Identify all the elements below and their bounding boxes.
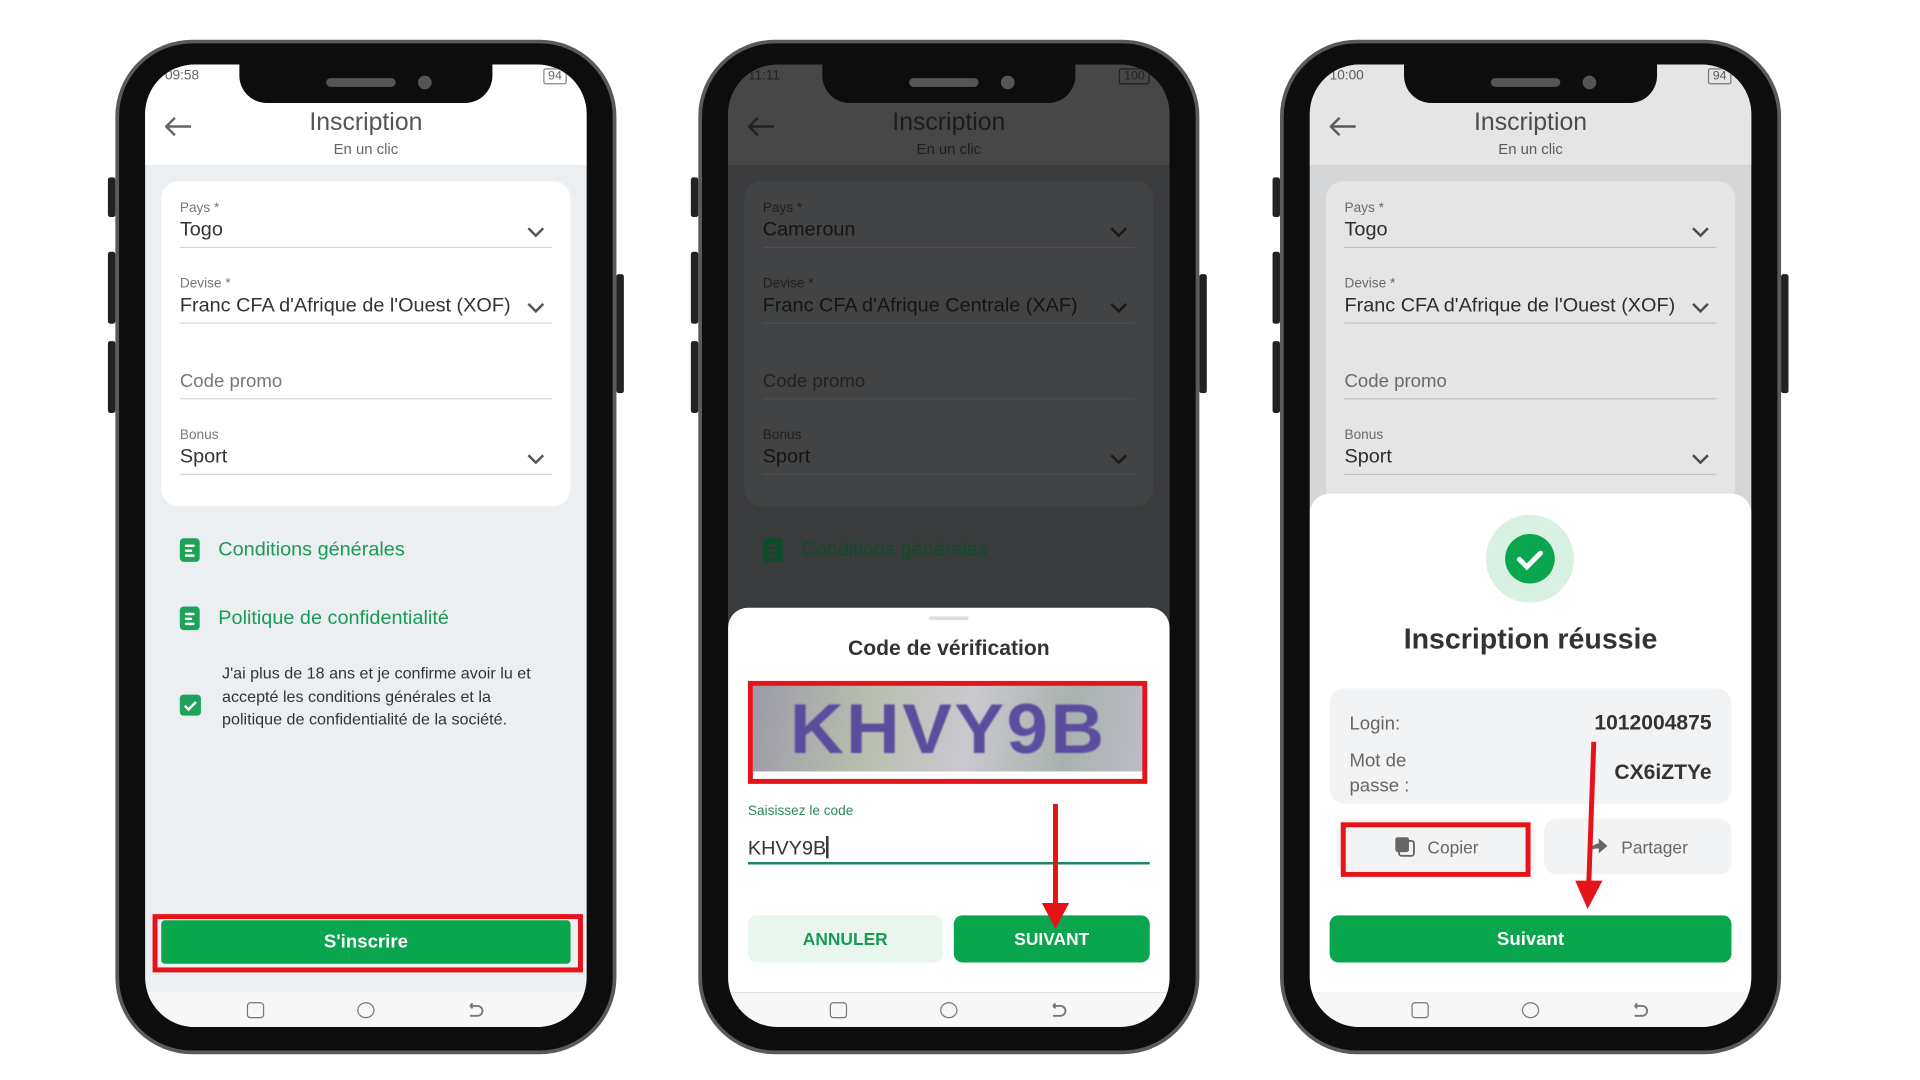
terms-link: Conditions générales — [762, 538, 988, 562]
status-time: 09:58 — [164, 68, 200, 84]
promo-code-placeholder: Code promo — [179, 370, 283, 392]
checkmark-icon — [183, 701, 197, 712]
cancel-button[interactable]: ANNULER — [747, 915, 943, 963]
bonus-label: Bonus — [762, 427, 802, 443]
recents-icon[interactable] — [829, 1002, 848, 1019]
currency-select[interactable]: Devise * Franc CFA d'Afrique de l'Ouest … — [179, 276, 552, 324]
document-icon — [179, 538, 200, 562]
page-title: Inscription — [892, 109, 1006, 137]
share-label: Partager — [1621, 836, 1688, 857]
terms-link[interactable]: Conditions générales — [179, 538, 405, 562]
phone-verification-dialog: 11:11 100 Inscription En un clic Pays * … — [690, 39, 1207, 1055]
success-badge — [1485, 514, 1574, 603]
promo-code-placeholder: Code promo — [762, 370, 866, 392]
recents-icon[interactable] — [1411, 1002, 1429, 1019]
battery-level: 94 — [543, 68, 567, 85]
consent-checkbox[interactable] — [179, 694, 201, 716]
page-subtitle: En un clic — [333, 140, 399, 158]
document-icon — [179, 606, 200, 631]
password-label: Mot de passe : — [1349, 750, 1410, 797]
country-select[interactable]: Pays * Cameroun — [762, 200, 1135, 249]
code-input-label: Saisissez le code — [747, 803, 854, 819]
home-icon[interactable] — [1521, 1002, 1540, 1019]
battery-level: 100 — [1119, 68, 1150, 85]
bonus-select[interactable]: Bonus Sport — [179, 427, 552, 476]
back-nav-icon[interactable] — [466, 1002, 484, 1018]
form-card: Pays * Togo Devise * Franc CFA d'Afrique… — [161, 181, 571, 507]
highlight-box — [1340, 822, 1531, 877]
login-label: Login: — [1349, 713, 1401, 735]
terms-link-label: Conditions générales — [218, 538, 405, 560]
country-value: Cameroun — [762, 219, 856, 241]
check-circle-icon — [1505, 533, 1555, 584]
page-title: Inscription — [309, 109, 423, 137]
highlight-box — [747, 680, 1148, 784]
chevron-down-icon — [1110, 454, 1128, 465]
page-subtitle: En un clic — [916, 140, 982, 158]
notch — [239, 64, 493, 103]
recents-icon[interactable] — [246, 1002, 265, 1019]
phone-signup-form: 09:58 94 Inscription En un clic Pays * T… — [107, 39, 624, 1055]
home-icon[interactable] — [940, 1002, 958, 1019]
chevron-down-icon — [527, 227, 545, 238]
success-title: Inscription réussie — [1403, 622, 1658, 655]
terms-link-label: Conditions générales — [801, 538, 988, 560]
chevron-down-icon — [527, 302, 545, 314]
phone-signup-success: 10:00 94 Inscription En un clic Pays * T… — [1272, 39, 1789, 1055]
currency-value: Franc CFA d'Afrique Centrale (XAF) — [762, 295, 1078, 317]
red-arrow-annotation — [1575, 741, 1603, 910]
code-input[interactable]: KHVY9B — [747, 824, 1150, 865]
android-nav-bar — [1309, 992, 1752, 1027]
currency-label: Devise * — [179, 276, 231, 292]
privacy-link[interactable]: Politique de confidentialité — [179, 606, 449, 631]
notch — [822, 64, 1076, 103]
dialog-title: Code de vérification — [848, 636, 1050, 660]
drag-handle[interactable] — [928, 616, 969, 621]
back-nav-icon[interactable] — [1049, 1002, 1067, 1018]
form-card: Pays * Cameroun Devise * Franc CFA d'Afr… — [744, 181, 1154, 507]
android-nav-bar — [145, 992, 587, 1027]
chevron-down-icon — [1110, 227, 1128, 238]
back-nav-icon[interactable] — [1631, 1002, 1648, 1018]
bonus-select[interactable]: Bonus Sport — [762, 427, 1135, 476]
privacy-link-label: Politique de confidentialité — [218, 607, 449, 629]
currency-label: Devise * — [762, 276, 814, 292]
country-label: Pays * — [762, 200, 803, 216]
credentials-box: Login: 1012004875 Mot de passe : CX6iZTY… — [1329, 688, 1732, 804]
consent-text: J'ai plus de 18 ans et je confirme avoir… — [222, 663, 531, 729]
promo-code-input[interactable]: Code promo — [762, 352, 1135, 400]
country-value: Togo — [179, 219, 223, 241]
bonus-label: Bonus — [179, 427, 219, 443]
currency-select[interactable]: Devise * Franc CFA d'Afrique Centrale (X… — [762, 276, 1135, 324]
red-arrow-annotation — [1041, 803, 1070, 929]
verification-sheet: Code de vérification KHVY9B Saisissez le… — [728, 607, 1170, 993]
code-input-value: KHVY9B — [747, 838, 827, 860]
home-icon[interactable] — [357, 1002, 375, 1019]
notch — [1404, 64, 1658, 103]
country-label: Pays * — [179, 200, 220, 216]
document-icon — [762, 538, 783, 562]
chevron-down-icon — [1110, 302, 1128, 314]
password-value: CX6iZTYe — [1614, 760, 1712, 784]
bonus-value: Sport — [762, 446, 811, 468]
country-select[interactable]: Pays * Togo — [179, 200, 552, 249]
bonus-value: Sport — [179, 446, 228, 468]
next-button[interactable]: Suivant — [1329, 915, 1732, 963]
android-nav-bar — [728, 992, 1170, 1027]
success-sheet: Inscription réussie Login: 1012004875 Mo… — [1309, 493, 1752, 993]
chevron-down-icon — [527, 454, 545, 465]
highlight-box — [152, 914, 583, 973]
login-value: 1012004875 — [1594, 710, 1712, 735]
currency-value: Franc CFA d'Afrique de l'Ouest (XOF) — [179, 295, 511, 317]
status-time: 11:11 — [747, 68, 781, 84]
promo-code-input[interactable]: Code promo — [179, 352, 552, 400]
